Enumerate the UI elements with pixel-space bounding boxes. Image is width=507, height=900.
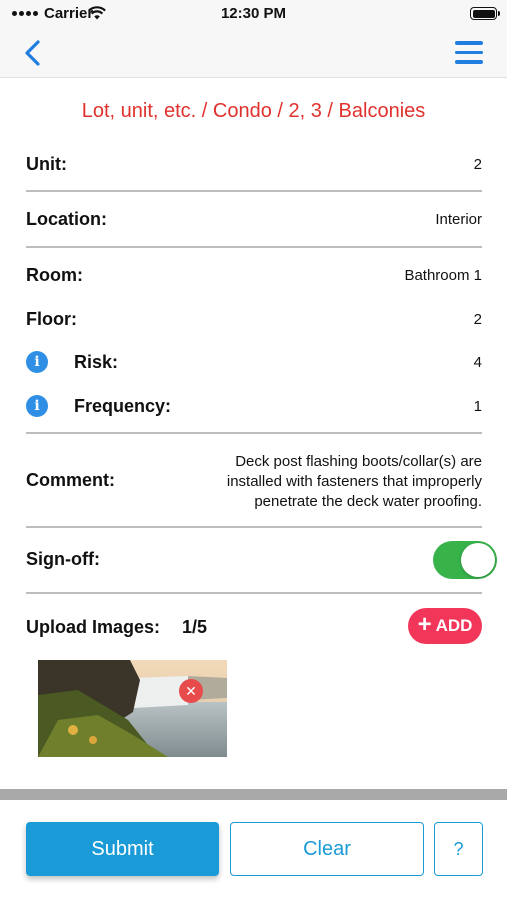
divider: [26, 592, 482, 594]
frequency-label: Frequency:: [74, 396, 172, 416]
divider: [26, 526, 482, 528]
unit-row: Unit: 2: [26, 152, 482, 176]
divider: [26, 432, 482, 434]
toggle-knob: [461, 543, 495, 577]
risk-row: i Risk: 4: [26, 350, 482, 374]
divider: [26, 190, 482, 192]
floor-label: Floor:: [26, 309, 77, 329]
frequency-value: 1: [473, 398, 482, 415]
location-row: Location: Interior: [26, 207, 482, 231]
uploaded-image-thumbnail[interactable]: ✕: [38, 660, 227, 757]
info-icon[interactable]: i: [26, 351, 48, 373]
signoff-label: Sign-off:: [26, 549, 100, 569]
navigation-bar: [0, 28, 507, 78]
signoff-row: Sign-off:: [26, 547, 482, 573]
upload-count: 1/5: [182, 617, 208, 637]
status-bar: Carrier 12:30 PM: [0, 0, 507, 28]
clear-button[interactable]: Clear: [230, 822, 424, 876]
floor-row: Floor: 2: [26, 307, 482, 331]
add-image-label: ADD: [435, 616, 473, 635]
floor-value: 2: [473, 311, 482, 328]
unit-label: Unit:: [26, 154, 67, 174]
battery-icon: [470, 7, 500, 20]
waterfall-photo: [38, 660, 227, 757]
plus-icon: +: [417, 611, 432, 638]
risk-value: 4: [473, 354, 482, 371]
breadcrumb: Lot, unit, etc. / Condo / 2, 3 / Balconi…: [81, 100, 426, 122]
footer-separator: [0, 789, 507, 800]
unit-value: 2: [473, 156, 482, 173]
info-icon[interactable]: i: [26, 395, 48, 417]
signoff-toggle[interactable]: [433, 541, 497, 579]
hamburger-menu-icon[interactable]: [455, 41, 485, 65]
risk-label: Risk:: [74, 352, 119, 372]
remove-image-icon[interactable]: ✕: [179, 679, 203, 703]
help-button[interactable]: ?: [434, 822, 483, 876]
clock: 12:30 PM: [220, 5, 287, 22]
comment-value: Deck post flashing boots/collar(s) are i…: [226, 453, 482, 510]
location-label: Location:: [26, 209, 107, 229]
submit-button[interactable]: Submit: [26, 822, 219, 876]
room-value: Bathroom 1: [404, 267, 482, 284]
frequency-row: i Frequency: 1: [26, 394, 482, 418]
location-value: Interior: [435, 211, 482, 228]
room-label: Room:: [26, 265, 83, 285]
divider: [26, 246, 482, 248]
room-row: Room: Bathroom 1: [26, 263, 482, 287]
comment-row: Comment: Deck post flashing boots/collar…: [26, 450, 482, 512]
comment-label: Comment:: [26, 470, 115, 490]
chevron-left-icon[interactable]: [22, 40, 46, 66]
add-image-button[interactable]: + ADD: [408, 608, 482, 644]
upload-label: Upload Images:: [26, 617, 161, 637]
